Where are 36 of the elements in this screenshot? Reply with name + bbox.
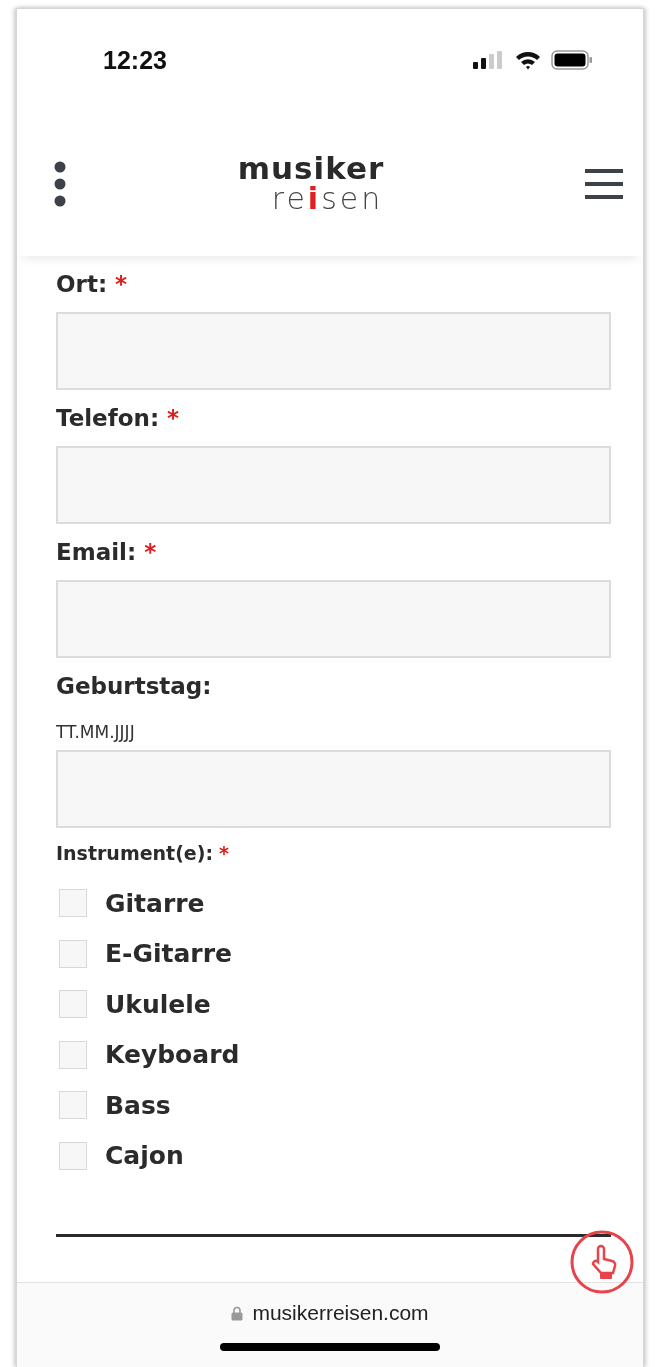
battery-icon: [551, 50, 593, 70]
checkbox[interactable]: [59, 939, 87, 968]
input-field[interactable]: [56, 750, 611, 828]
input-field[interactable]: [56, 580, 611, 658]
checkbox[interactable]: [59, 990, 87, 1019]
checkbox[interactable]: [59, 1040, 87, 1069]
signal-icon: [473, 51, 505, 69]
field-hint: TT.MM.JJJJ: [56, 722, 136, 742]
required-mark: *: [144, 539, 157, 565]
checkbox[interactable]: [59, 1141, 87, 1170]
required-mark: *: [167, 405, 180, 431]
required-mark: *: [219, 842, 229, 864]
wifi-icon: [515, 50, 541, 70]
checkbox-label[interactable]: Cajon: [105, 1141, 184, 1171]
checkbox-label[interactable]: Ukulele: [105, 989, 211, 1019]
checkbox-label[interactable]: E-Gitarre: [105, 939, 232, 969]
status-time: 12:23: [103, 45, 167, 75]
logo[interactable]: musiker reisen: [237, 153, 415, 214]
required-mark: *: [115, 271, 128, 297]
more-icon[interactable]: [53, 159, 67, 208]
input-field[interactable]: [56, 312, 611, 390]
field-label: Ort:: [56, 271, 108, 297]
field-label: Geburtstag:: [56, 673, 212, 699]
checkbox[interactable]: [59, 1091, 87, 1120]
checkbox[interactable]: [59, 889, 87, 918]
hand-pointer-icon[interactable]: [569, 1229, 635, 1295]
field-label: Instrument(e):: [56, 842, 214, 864]
lock-icon: [231, 1305, 244, 1321]
checkbox-label[interactable]: Bass: [105, 1090, 171, 1120]
url-text[interactable]: musikerreisen.com: [252, 1301, 429, 1325]
field-label: Telefon:: [56, 405, 160, 431]
input-field[interactable]: [56, 446, 611, 524]
menu-icon[interactable]: [585, 168, 623, 199]
checkbox-label[interactable]: Keyboard: [105, 1040, 240, 1070]
field-label: Email:: [56, 539, 137, 565]
checkbox-label[interactable]: Gitarre: [105, 888, 205, 918]
